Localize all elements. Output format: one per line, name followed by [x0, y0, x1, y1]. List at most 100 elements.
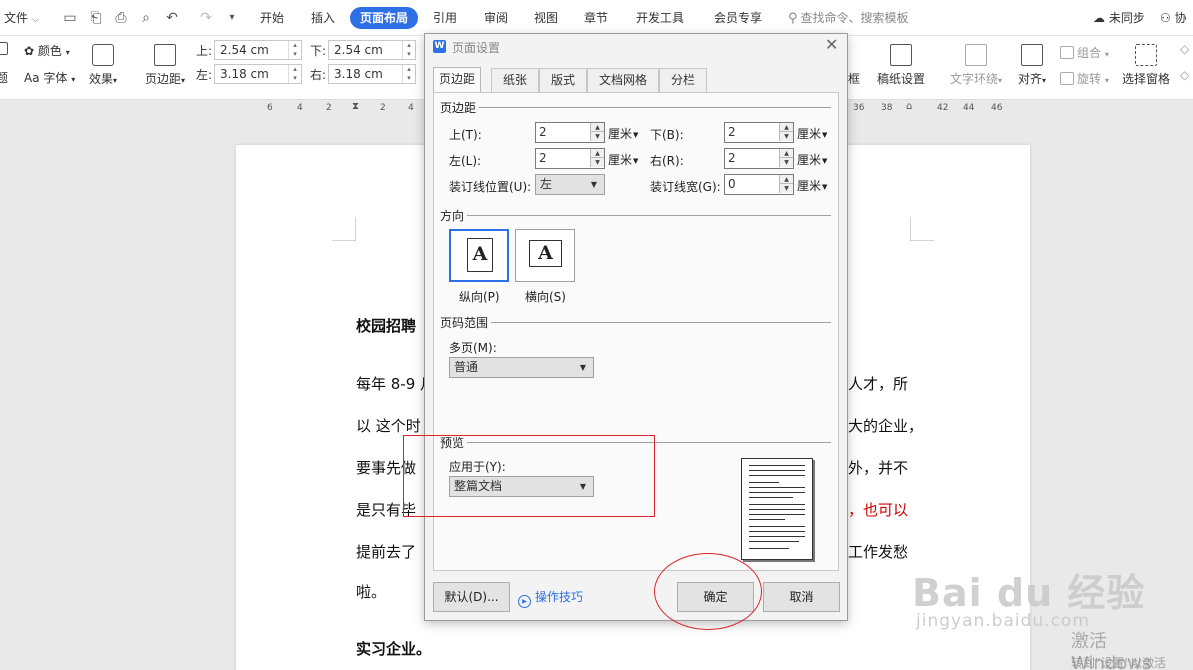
ribbon-top-margin-input[interactable]: 2.54 cm ▴ ▾ — [214, 40, 302, 60]
tab-references[interactable]: 引用 — [433, 0, 457, 36]
effects-button[interactable]: 效果▾ — [86, 44, 120, 87]
doc-text: 外，并不 — [848, 459, 909, 477]
right-margin-input[interactable]: 2 ▲ ▼ — [724, 148, 794, 169]
bottom-unit-dropdown[interactable]: 厘米▼ — [797, 125, 827, 142]
layer-down-icon[interactable]: ◇ — [1180, 68, 1189, 82]
doc-text: 以 这个时 — [356, 417, 421, 435]
right-unit-dropdown[interactable]: 厘米▼ — [797, 151, 827, 168]
page-border-button[interactable]: 框 — [848, 70, 860, 87]
landscape-option[interactable]: A — [515, 229, 575, 282]
theme-button[interactable] — [0, 42, 11, 56]
print-icon[interactable]: ⎙ — [111, 0, 131, 36]
align-icon — [1021, 44, 1043, 66]
tab-view[interactable]: 视图 — [534, 0, 558, 36]
theme-label: 题 — [0, 71, 9, 85]
top-unit-dropdown[interactable]: 厘米▼ — [608, 125, 638, 142]
close-icon[interactable]: ✕ — [825, 35, 838, 54]
tab-insert[interactable]: 插入 — [311, 0, 335, 36]
selection-pane-button[interactable]: 选择窗格 — [1120, 44, 1172, 87]
grid-paper-icon — [890, 44, 912, 66]
save-icon[interactable]: ▭ — [60, 0, 80, 36]
rotate-button[interactable]: 旋转 ▾ — [1060, 70, 1109, 87]
ribbon-right-margin-input[interactable]: 3.18 cm ▴ ▾ — [328, 64, 416, 84]
menu-bar: 文件 ⌵ ▭ ⎗ ⎙ ⌕ ↶ ↷ ▾ 开始 插入 页面布局 引用 审阅 视图 章节… — [0, 0, 1193, 36]
wps-logo-icon: W — [433, 40, 446, 53]
font-button[interactable]: Aa 字体 ▾ — [24, 69, 75, 86]
text-wrap-icon — [965, 44, 987, 66]
cloud-save-icon[interactable]: ⎗ — [86, 0, 106, 36]
section-margins-title: 页边距 — [440, 99, 480, 116]
tab-membership[interactable]: 会员专享 — [714, 0, 762, 36]
tab-chapter[interactable]: 章节 — [584, 0, 608, 36]
doc-text: 提前去了 — [356, 543, 417, 561]
ruler-tick: 6 — [267, 103, 273, 113]
corner-mark — [332, 217, 356, 241]
dialog-title: 页面设置 — [452, 41, 501, 55]
command-search[interactable]: ⚲ 查找命令、搜索模板 — [788, 0, 909, 36]
doc-heading-2: 实习企业。 — [356, 640, 432, 658]
top-margin-input[interactable]: 2 ▲ ▼ — [535, 122, 605, 143]
color-button[interactable]: ✿ 颜色 ▾ — [24, 42, 70, 59]
tab-layout[interactable]: 版式 — [539, 68, 587, 92]
landscape-label: 横向(S) — [525, 290, 566, 304]
right-indent-marker-icon[interactable]: ⌂ — [906, 101, 912, 112]
ruler-tick: 4 — [408, 103, 414, 113]
dialog-titlebar[interactable]: W 页面设置 ✕ — [425, 34, 847, 62]
tab-paper[interactable]: 纸张 — [491, 68, 539, 92]
divider — [491, 322, 831, 323]
group-button[interactable]: 组合 ▾ — [1060, 44, 1109, 61]
page-setup-dialog: W 页面设置 ✕ 页边距 纸张 版式 文档网格 分栏 页边距 上(T): 2 ▲ ▼… — [424, 33, 848, 621]
tab-home[interactable]: 开始 — [260, 0, 284, 36]
gutter-unit-dropdown[interactable]: 厘米▼ — [797, 177, 827, 194]
draft-paper-button[interactable]: 稿纸设置 — [874, 44, 928, 87]
ribbon-left-margin-input[interactable]: 3.18 cm ▴ ▾ — [214, 64, 302, 84]
align-button[interactable]: 对齐▾ — [1012, 44, 1052, 87]
ribbon-bottom-margin-input[interactable]: 2.54 cm ▴ ▾ — [328, 40, 416, 60]
redo-icon[interactable]: ↷ — [196, 0, 216, 36]
text-wrap-button[interactable]: 文字环绕▾ — [944, 44, 1008, 87]
default-button[interactable]: 默认(D)... — [433, 582, 510, 612]
layer-icon[interactable]: ◇ — [1180, 42, 1189, 56]
ruler-tick: 4 — [297, 103, 303, 113]
gutter-width-input[interactable]: 0 ▲ ▼ — [724, 174, 794, 195]
collaborate-button[interactable]: ⚇ 协 — [1160, 0, 1187, 36]
ruler-tick: 36 — [853, 103, 865, 113]
rotate-icon — [1060, 72, 1074, 85]
divider — [477, 107, 831, 108]
highlight-rectangle — [403, 435, 655, 517]
highlight-ellipse — [654, 553, 762, 630]
undo-icon[interactable]: ↶ — [162, 0, 182, 36]
left-unit-dropdown[interactable]: 厘米▼ — [608, 151, 638, 168]
left-margin-input[interactable]: 2 ▲ ▼ — [535, 148, 605, 169]
left-margin-label: 左(L): — [449, 154, 482, 168]
file-menu[interactable]: 文件 ⌵ — [4, 0, 39, 36]
ribbon-bottom-label: 下: — [310, 44, 327, 58]
search-icon: ⚲ — [788, 11, 798, 26]
tab-developer[interactable]: 开发工具 — [636, 0, 684, 36]
tab-columns[interactable]: 分栏 — [659, 68, 707, 92]
multiple-pages-select[interactable]: 普通 ▼ — [449, 357, 594, 378]
bottom-margin-input[interactable]: 2 ▲ ▼ — [724, 122, 794, 143]
play-icon: ▶ — [518, 595, 531, 608]
gutter-width-label: 装订线宽(G): — [650, 180, 721, 194]
margins-icon — [154, 44, 176, 66]
portrait-option[interactable]: A — [449, 229, 509, 282]
multiple-pages-label: 多页(M): — [449, 341, 497, 355]
gutter-position-select[interactable]: 左 ▼ — [535, 174, 605, 195]
print-preview-icon[interactable]: ⌕ — [136, 0, 156, 36]
section-orientation-title: 方向 — [440, 207, 468, 224]
tab-page-layout[interactable]: 页面布局 — [350, 7, 419, 29]
tab-margins[interactable]: 页边距 — [433, 67, 481, 92]
effects-icon — [92, 44, 114, 66]
margins-button[interactable]: 页边距▾ — [140, 44, 190, 87]
sync-status[interactable]: ☁ 未同步 — [1093, 0, 1145, 36]
portrait-page-icon: A — [467, 238, 493, 272]
tab-review[interactable]: 审阅 — [484, 0, 508, 36]
tab-document-grid[interactable]: 文档网格 — [587, 68, 659, 92]
tips-link[interactable]: ▶ 操作技巧 — [518, 588, 583, 608]
more-icon[interactable]: ▾ — [222, 0, 242, 36]
cancel-button[interactable]: 取消 — [763, 582, 840, 612]
selection-pane-icon — [1135, 44, 1157, 66]
indent-marker-icon[interactable]: ⧗ — [352, 101, 359, 112]
ruler-tick: 42 — [937, 103, 949, 113]
